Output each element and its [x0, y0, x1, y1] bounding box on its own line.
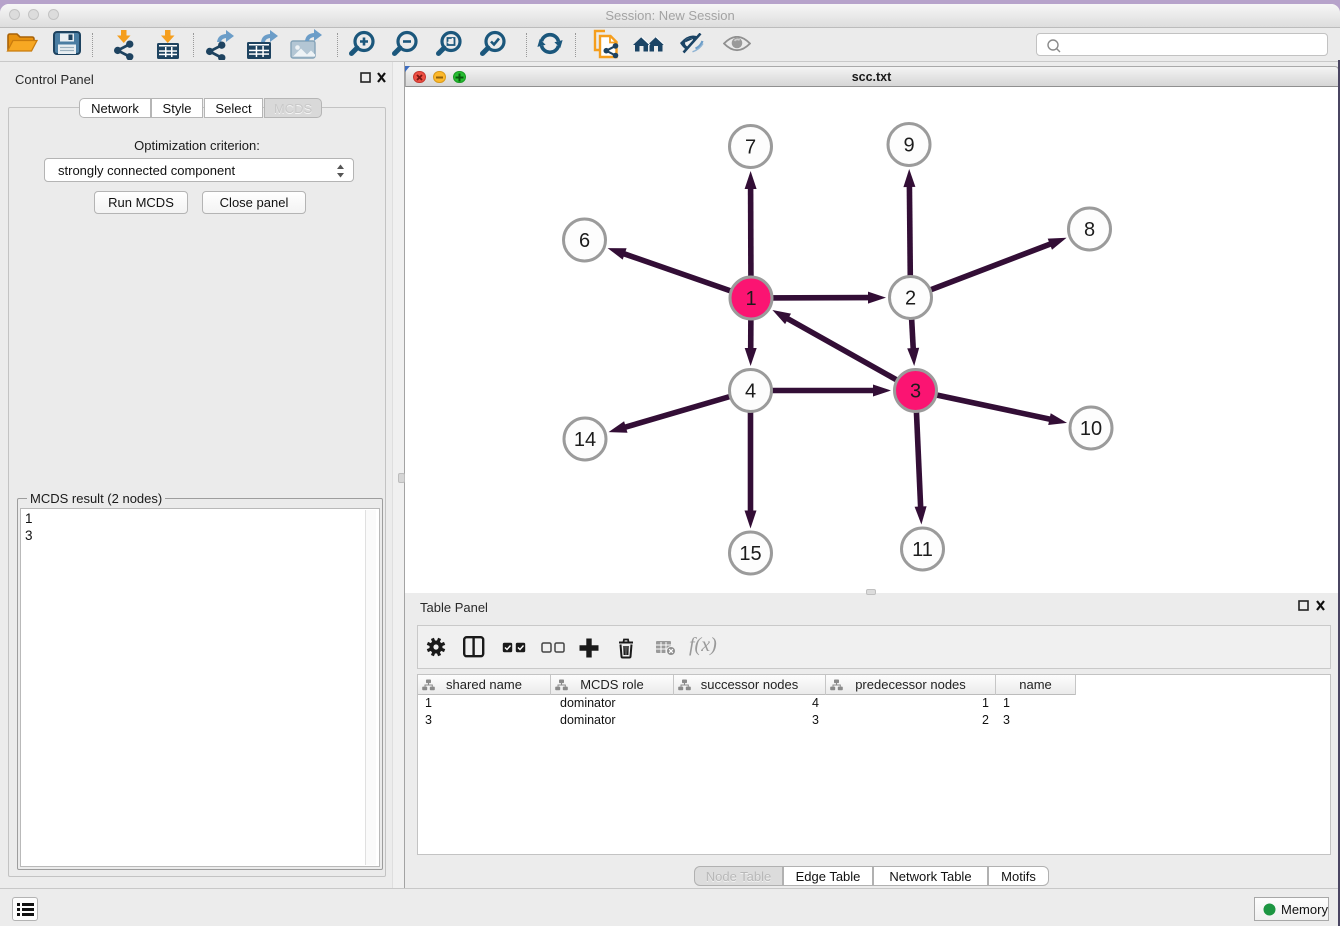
- svg-text:15: 15: [739, 543, 761, 565]
- svg-text:7: 7: [744, 136, 755, 158]
- svg-text:11: 11: [912, 539, 933, 561]
- svg-text:14: 14: [573, 429, 595, 451]
- svg-text:8: 8: [1083, 219, 1094, 241]
- svg-text:4: 4: [744, 380, 755, 402]
- svg-text:1: 1: [745, 288, 756, 310]
- svg-text:6: 6: [578, 230, 589, 252]
- svg-text:2: 2: [904, 287, 915, 309]
- svg-text:9: 9: [903, 134, 914, 156]
- svg-text:10: 10: [1079, 418, 1101, 440]
- svg-text:3: 3: [909, 380, 920, 402]
